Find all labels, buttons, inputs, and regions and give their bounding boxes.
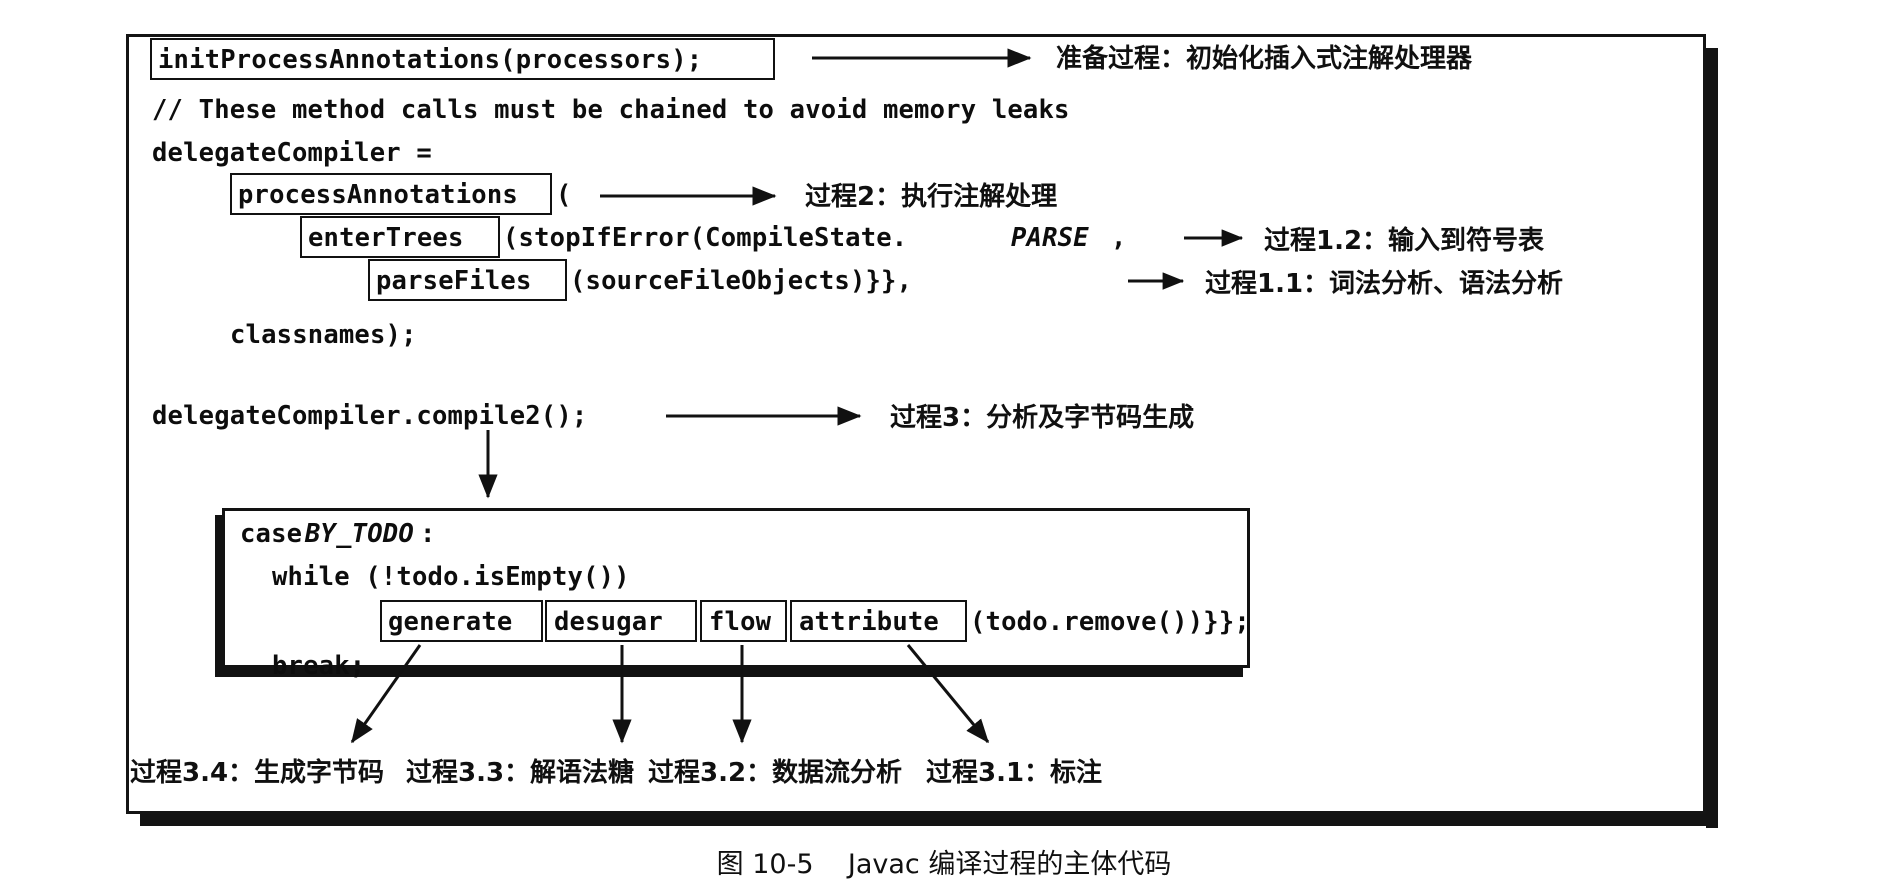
bottom-label-process3-3: 过程3.3：解语法糖 xyxy=(406,758,635,788)
code-line-delegate-compiler-assign: delegateCompiler = xyxy=(152,138,432,168)
casebox-shadow-bottom xyxy=(215,668,1243,677)
code-while-loop: while (!todo.isEmpty()) xyxy=(272,562,630,592)
code-line-init-process-annotations: initProcessAnnotations(processors); xyxy=(158,45,703,75)
code-todo-remove-tail: (todo.remove())}}; xyxy=(970,607,1250,637)
code-enterTrees: enterTrees xyxy=(308,223,464,253)
code-case-colon: : xyxy=(420,519,436,549)
annotation-prepare: 准备过程：初始化插入式注解处理器 xyxy=(1056,44,1473,74)
code-enterTrees-tail: (stopIfError(CompileState. xyxy=(503,223,908,253)
frame-shadow-right xyxy=(1706,48,1718,828)
code-case-by-todo: BY_TODO xyxy=(305,519,414,549)
code-parseFiles-tail: (sourceFileObjects)}}, xyxy=(570,266,913,296)
frame-shadow-bottom xyxy=(140,814,1718,826)
bottom-label-process3-2: 过程3.2：数据流分析 xyxy=(648,758,903,788)
code-break: break; xyxy=(272,651,366,681)
annotation-process2: 过程2：执行注解处理 xyxy=(805,182,1058,212)
annotation-process1-2: 过程1.2：输入到符号表 xyxy=(1264,226,1545,256)
figure-page: initProcessAnnotations(processors); // T… xyxy=(0,0,1888,896)
code-classnames: classnames); xyxy=(230,320,417,350)
bottom-label-process3-4: 过程3.4：生成字节码 xyxy=(130,758,385,788)
code-processAnnotations: processAnnotations xyxy=(238,180,518,210)
code-compile-state-parse: PARSE xyxy=(1011,223,1089,253)
annotation-process1-1: 过程1.1：词法分析、语法分析 xyxy=(1205,269,1564,299)
code-attribute: attribute xyxy=(799,607,939,637)
code-generate: generate xyxy=(388,607,513,637)
code-delegate-compiler-compile2: delegateCompiler.compile2(); xyxy=(152,401,588,431)
code-line-comment: // These method calls must be chained to… xyxy=(152,95,1070,125)
figure-caption: 图 10-5 Javac 编译过程的主体代码 xyxy=(716,849,1172,880)
code-processAnnotations-paren: ( xyxy=(556,180,572,210)
annotation-process3: 过程3：分析及字节码生成 xyxy=(890,403,1195,433)
code-parseFiles: parseFiles xyxy=(376,266,532,296)
bottom-label-process3-1: 过程3.1：标注 xyxy=(926,758,1103,788)
code-enterTrees-comma: , xyxy=(1111,223,1127,253)
code-desugar: desugar xyxy=(554,607,663,637)
code-flow: flow xyxy=(709,607,772,637)
